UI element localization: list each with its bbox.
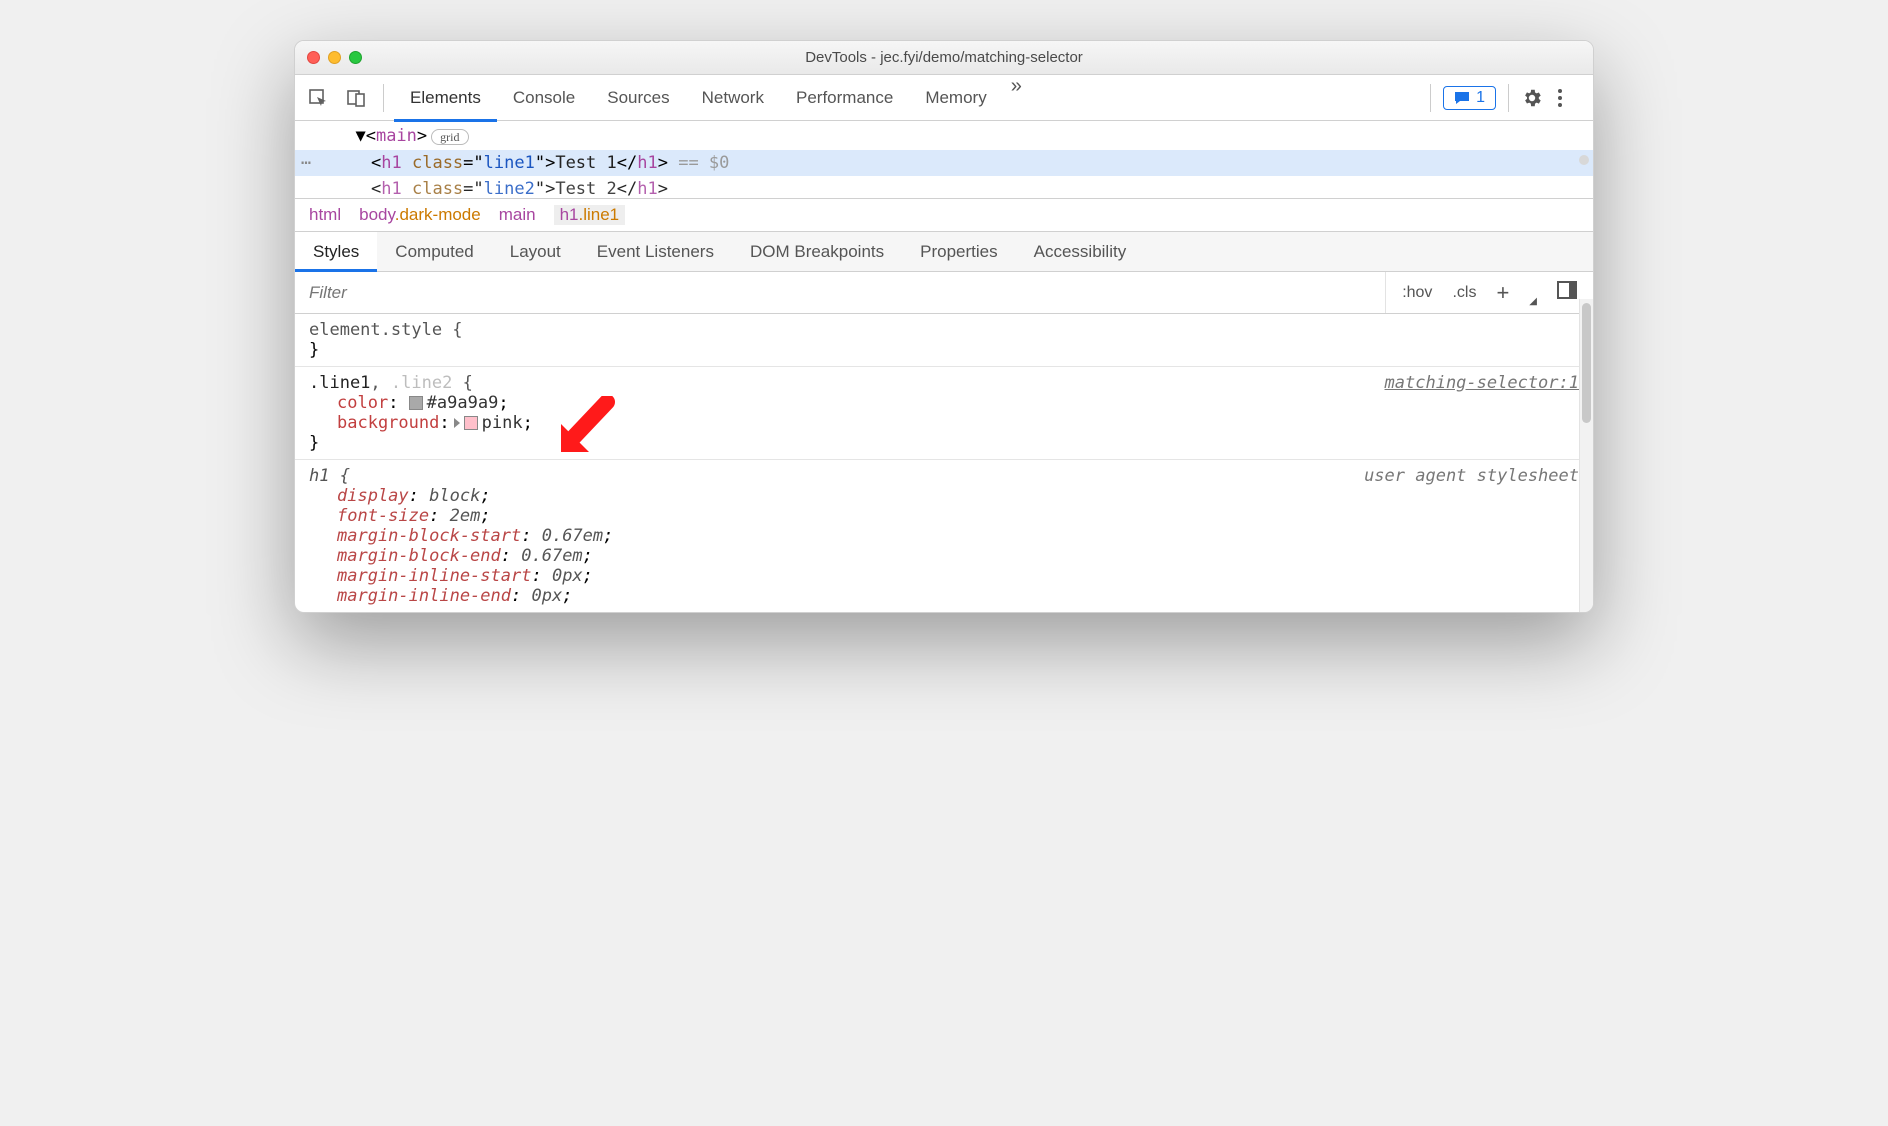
issues-count: 1 (1476, 89, 1485, 107)
breadcrumb-item-active[interactable]: h1.line1 (554, 205, 626, 225)
breadcrumb-item[interactable]: body.dark-mode (359, 205, 481, 225)
dom-tree[interactable]: ▼<main>grid ⋯<h1 class="line1">Test 1</h… (295, 121, 1593, 199)
subtab-properties[interactable]: Properties (902, 232, 1015, 271)
css-property-name: margin-inline-start (337, 566, 531, 586)
tab-console[interactable]: Console (497, 75, 591, 121)
scrollbar-thumb[interactable] (1582, 303, 1591, 423)
subtab-computed[interactable]: Computed (377, 232, 491, 271)
subtab-layout[interactable]: Layout (492, 232, 579, 271)
panel-tabs: Elements Console Sources Network Perform… (394, 75, 1030, 121)
message-icon (1454, 91, 1470, 105)
device-toggle-icon[interactable] (339, 81, 373, 115)
toolbar-divider (1430, 84, 1431, 112)
css-property-name: margin-block-end (337, 546, 501, 566)
main-toolbar: Elements Console Sources Network Perform… (295, 75, 1593, 121)
subtab-accessibility[interactable]: Accessibility (1016, 232, 1145, 271)
css-property-value: 2em (450, 506, 481, 526)
tab-sources[interactable]: Sources (591, 75, 685, 121)
css-property-value: block (429, 486, 480, 506)
grid-badge[interactable]: grid (431, 129, 468, 145)
titlebar: DevTools - jec.fyi/demo/matching-selecto… (295, 41, 1593, 75)
subtab-styles[interactable]: Styles (295, 232, 377, 271)
styles-pane: element.style { } matching-selector:1 .l… (295, 314, 1593, 612)
css-property-value: 0.67em (521, 546, 582, 566)
tab-performance[interactable]: Performance (780, 75, 909, 121)
css-property[interactable]: background:pink; (309, 413, 1579, 433)
kebab-menu-icon[interactable] (1557, 88, 1587, 108)
styles-filter-bar: :hov .cls + ◢ (295, 272, 1593, 314)
tabs-overflow-icon[interactable]: » (1003, 75, 1030, 121)
new-style-rule-icon[interactable]: + (1490, 280, 1515, 306)
selector-element-style: element.style (309, 320, 442, 340)
force-state-button[interactable]: :hov (1396, 282, 1438, 304)
vertical-scrollbar[interactable] (1579, 299, 1593, 612)
css-property[interactable]: color: #a9a9a9; (309, 393, 1579, 413)
inspect-element-icon[interactable] (301, 81, 335, 115)
devtools-window: DevTools - jec.fyi/demo/matching-selecto… (294, 40, 1594, 613)
tab-elements[interactable]: Elements (394, 75, 497, 121)
css-property-value: 0.67em (542, 526, 603, 546)
more-arrow-icon[interactable]: ◢ (1523, 294, 1543, 309)
rule-source-link[interactable]: matching-selector:1 (1385, 373, 1579, 393)
window-title: DevTools - jec.fyi/demo/matching-selecto… (295, 49, 1593, 66)
settings-icon[interactable] (1521, 87, 1551, 109)
toolbar-divider (1508, 84, 1509, 112)
css-property-name: display (337, 486, 409, 506)
cls-button[interactable]: .cls (1446, 282, 1482, 304)
css-property-value: 0px (552, 566, 583, 586)
breadcrumb-item[interactable]: html (309, 205, 341, 225)
expand-shorthand-icon[interactable] (454, 418, 460, 428)
toolbar-divider (383, 84, 384, 112)
breadcrumb-item[interactable]: main (499, 205, 536, 225)
rule-line1-line2[interactable]: matching-selector:1 .line1, .line2 { col… (295, 367, 1593, 460)
tab-memory[interactable]: Memory (909, 75, 1002, 121)
tab-network[interactable]: Network (686, 75, 780, 121)
css-property-name: font-size (337, 506, 429, 526)
styles-filter-input[interactable] (295, 283, 1385, 303)
issues-badge[interactable]: 1 (1443, 86, 1496, 110)
scroll-indicator (1579, 155, 1589, 165)
css-property-name: margin-block-start (337, 526, 521, 546)
dom-line-main[interactable]: ▼<main>grid (295, 123, 1593, 150)
css-property-value: 0px (531, 586, 562, 606)
rule-source-ua: user agent stylesheet (1364, 466, 1579, 486)
rule-element-style[interactable]: element.style { } (295, 314, 1593, 367)
color-swatch[interactable] (409, 396, 423, 410)
sidebar-tabs: Styles Computed Layout Event Listeners D… (295, 232, 1593, 272)
collapse-ellipsis-icon[interactable]: ⋯ (301, 150, 311, 176)
color-swatch[interactable] (464, 416, 478, 430)
css-property-name: margin-inline-end (337, 586, 511, 606)
dom-breadcrumb: html body.dark-mode main h1.line1 (295, 199, 1593, 232)
dom-line-selected[interactable]: ⋯<h1 class="line1">Test 1</h1> == $0 (295, 150, 1593, 176)
rule-user-agent-h1: user agent stylesheet h1 { display: bloc… (295, 460, 1593, 612)
subtab-event-listeners[interactable]: Event Listeners (579, 232, 732, 271)
dom-line[interactable]: <h1 class="line2">Test 2</h1> (295, 176, 1593, 196)
subtab-dom-breakpoints[interactable]: DOM Breakpoints (732, 232, 902, 271)
